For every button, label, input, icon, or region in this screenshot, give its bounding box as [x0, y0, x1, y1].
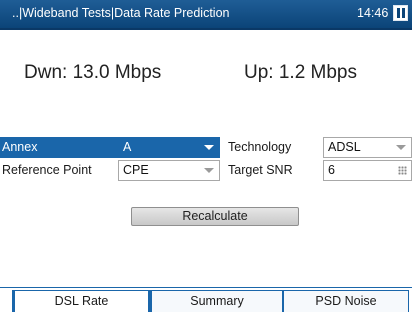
reference-point-label: Reference Point [2, 163, 92, 177]
technology-value: ADSL [328, 140, 361, 154]
breadcrumb[interactable]: ..|Wideband Tests|Data Rate Prediction [12, 6, 230, 20]
upstream-rate: Up: 1.2 Mbps [244, 62, 357, 83]
clock-time: 14:46 [357, 6, 389, 20]
target-snr-value: 6 [328, 163, 335, 177]
technology-label: Technology [228, 140, 292, 154]
tab-dsl-rate[interactable]: DSL Rate [12, 290, 151, 312]
title-bar: ..|Wideband Tests|Data Rate Prediction 1… [0, 0, 412, 30]
annex-value: A [123, 140, 132, 154]
pause-icon[interactable] [393, 5, 408, 21]
annex-label: Annex [0, 137, 118, 158]
chevron-down-icon [396, 145, 406, 150]
target-snr-label: Target SNR [228, 163, 293, 177]
tab-bar: DSL Rate Summary PSD Noise [0, 287, 412, 312]
recalculate-button[interactable]: Recalculate [131, 207, 299, 226]
keypad-icon[interactable] [398, 166, 407, 175]
annex-dropdown[interactable]: A [118, 137, 220, 158]
chevron-down-icon [204, 145, 214, 150]
reference-point-value: CPE [123, 163, 149, 177]
tab-psd-noise[interactable]: PSD Noise [283, 290, 409, 312]
chevron-down-icon [204, 168, 214, 173]
technology-dropdown[interactable]: ADSL [323, 137, 412, 158]
reference-point-dropdown[interactable]: CPE [118, 160, 220, 181]
tab-summary[interactable]: Summary [151, 290, 283, 312]
target-snr-input[interactable]: 6 [323, 160, 412, 181]
downstream-rate: Dwn: 13.0 Mbps [24, 62, 162, 83]
